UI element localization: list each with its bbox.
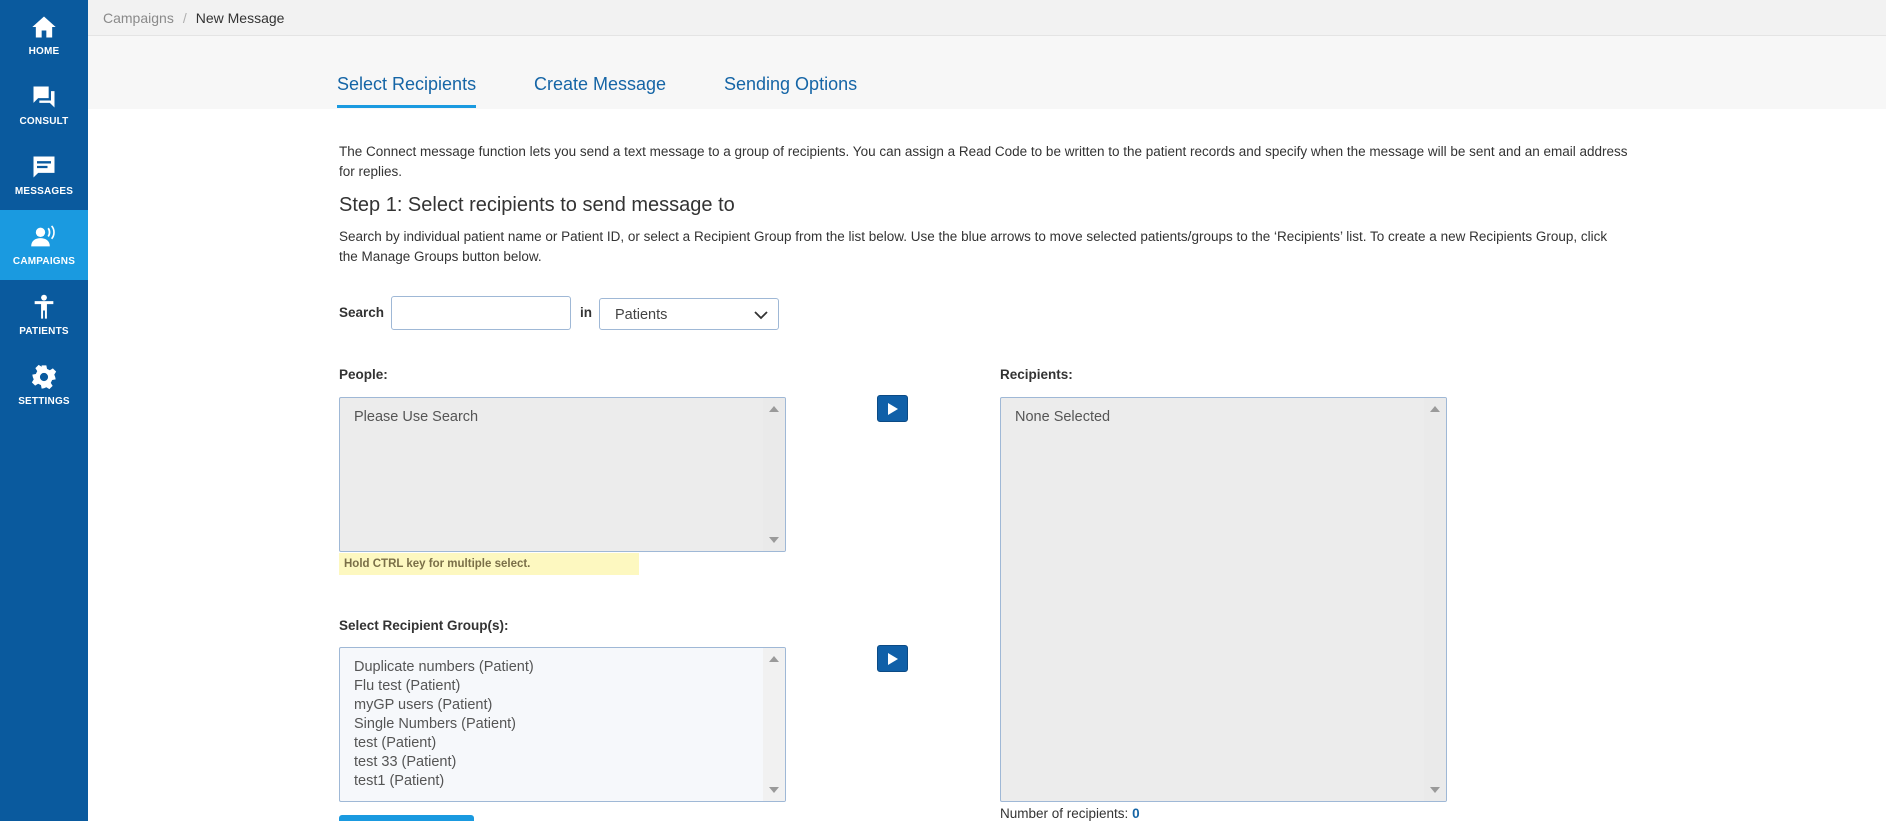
- breadcrumb-campaigns-link[interactable]: Campaigns: [103, 10, 174, 26]
- play-arrow-icon: [888, 403, 898, 415]
- recipient-count-value: 0: [1132, 806, 1140, 821]
- sidebar-item-label: CONSULT: [19, 116, 69, 127]
- breadcrumb-separator: /: [182, 10, 187, 26]
- tab-create-message[interactable]: Create Message: [534, 74, 666, 105]
- list-item[interactable]: Duplicate numbers (Patient): [354, 658, 534, 677]
- sidebar-item-campaigns[interactable]: CAMPAIGNS: [0, 210, 88, 280]
- sidebar-item-label: SETTINGS: [18, 396, 70, 407]
- person-icon: [34, 294, 54, 319]
- add-people-button[interactable]: [877, 395, 908, 422]
- people-scrollbar[interactable]: [763, 398, 785, 551]
- search-input[interactable]: [391, 296, 571, 330]
- list-item[interactable]: myGP users (Patient): [354, 696, 534, 715]
- sidebar-item-settings[interactable]: SETTINGS: [0, 350, 88, 420]
- list-item[interactable]: Single Numbers (Patient): [354, 715, 534, 734]
- multi-select-hint: Hold CTRL key for multiple select.: [339, 553, 639, 575]
- sidebar-item-label: PATIENTS: [19, 326, 69, 337]
- chat-icon: [33, 86, 55, 108]
- instructions-text: Search by individual patient name or Pat…: [339, 229, 1608, 264]
- recipients-placeholder: None Selected: [1015, 409, 1111, 425]
- manage-groups-button[interactable]: [339, 815, 474, 821]
- recipient-groups-list: Duplicate numbers (Patient) Flu test (Pa…: [354, 658, 534, 791]
- groups-scrollbar[interactable]: [763, 648, 785, 801]
- scroll-down-icon[interactable]: [1430, 787, 1440, 793]
- tab-sending-options[interactable]: Sending Options: [724, 74, 857, 105]
- sidebar-item-messages[interactable]: MESSAGES: [0, 140, 88, 210]
- wizard-tabs: Select Recipients Create Message Sending…: [88, 36, 1886, 109]
- scroll-up-icon[interactable]: [769, 656, 779, 662]
- campaign-icon: [31, 225, 55, 247]
- message-icon: [33, 156, 55, 178]
- breadcrumb-current: New Message: [195, 10, 285, 26]
- tab-select-recipients[interactable]: Select Recipients: [337, 74, 477, 108]
- sidebar: HOME CONSULT MESSAGES CAMPAIGNS PATIENTS…: [0, 0, 88, 821]
- recipients-listbox[interactable]: None Selected: [1000, 397, 1447, 802]
- top-bar: Campaigns / New Message: [88, 0, 1886, 36]
- breadcrumb: Campaigns / New Message: [103, 10, 284, 26]
- scroll-down-icon[interactable]: [769, 537, 779, 543]
- list-item[interactable]: test1 (Patient): [354, 772, 534, 791]
- recipient-count: Number of recipients: 0: [1000, 806, 1140, 821]
- people-placeholder: Please Use Search: [354, 409, 479, 425]
- search-scope-value: Patients: [615, 307, 668, 323]
- recipient-groups-listbox[interactable]: Duplicate numbers (Patient) Flu test (Pa…: [339, 647, 786, 802]
- search-scope-select[interactable]: Patients: [599, 298, 779, 330]
- step-title: Step 1: Select recipients to send messag…: [339, 194, 735, 216]
- search-label: Search: [339, 305, 385, 320]
- sidebar-item-consult[interactable]: CONSULT: [0, 70, 88, 140]
- recipients-scrollbar[interactable]: [1424, 398, 1446, 801]
- scroll-down-icon[interactable]: [769, 787, 779, 793]
- recipient-count-label: Number of recipients:: [1000, 806, 1129, 821]
- list-item[interactable]: test (Patient): [354, 734, 534, 753]
- gear-icon: [31, 364, 57, 390]
- people-listbox[interactable]: Please Use Search: [339, 397, 786, 552]
- list-item[interactable]: Flu test (Patient): [354, 677, 534, 696]
- sidebar-item-label: HOME: [28, 46, 60, 57]
- recipients-label: Recipients:: [1000, 367, 1073, 382]
- chevron-down-icon: [754, 311, 768, 320]
- recipient-groups-label: Select Recipient Group(s):: [339, 618, 509, 633]
- sidebar-item-patients[interactable]: PATIENTS: [0, 280, 88, 350]
- scroll-up-icon[interactable]: [769, 406, 779, 412]
- home-icon: [32, 16, 56, 38]
- intro-text: The Connect message function lets you se…: [339, 144, 1628, 179]
- search-in-label: in: [580, 305, 592, 320]
- people-label: People:: [339, 367, 388, 382]
- scroll-up-icon[interactable]: [1430, 406, 1440, 412]
- list-item[interactable]: test 33 (Patient): [354, 753, 534, 772]
- play-arrow-icon: [888, 653, 898, 665]
- sidebar-item-label: CAMPAIGNS: [12, 256, 76, 267]
- add-groups-button[interactable]: [877, 645, 908, 672]
- sidebar-item-home[interactable]: HOME: [0, 0, 88, 70]
- sidebar-item-label: MESSAGES: [14, 186, 74, 197]
